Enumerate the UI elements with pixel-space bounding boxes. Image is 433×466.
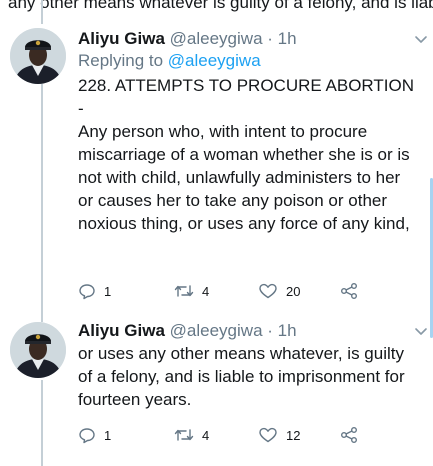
thread-connector-line xyxy=(41,0,43,24)
reply-count: 1 xyxy=(104,427,112,443)
retweet-count: 4 xyxy=(202,427,210,443)
chevron-down-icon[interactable] xyxy=(412,30,430,48)
like-icon xyxy=(259,427,277,443)
handle[interactable]: @aleeygiwa xyxy=(170,29,263,48)
like-count: 12 xyxy=(286,427,301,443)
like-icon xyxy=(259,283,277,299)
avatar[interactable] xyxy=(10,28,66,84)
share-icon xyxy=(341,427,357,443)
tweet-text: or uses any other means whatever, is gui… xyxy=(78,344,410,409)
handle[interactable]: @aleeygiwa xyxy=(170,321,263,340)
separator-dot: · xyxy=(262,321,278,340)
thread-connector-line xyxy=(41,380,43,466)
share-icon xyxy=(341,283,357,299)
separator-dot: · xyxy=(262,29,278,48)
tweet[interactable]: Aliyu Giwa @aleeygiwa · 1h Replying to @… xyxy=(78,28,427,235)
reply-icon xyxy=(79,284,95,300)
tweet[interactable]: Aliyu Giwa @aleeygiwa · 1h or uses any o… xyxy=(78,320,427,411)
like-count: 20 xyxy=(286,283,301,299)
replying-to-prefix: Replying to xyxy=(78,51,168,70)
tweet-header: Aliyu Giwa @aleeygiwa · 1h xyxy=(78,320,418,342)
replying-to: Replying to @aleeygiwa xyxy=(78,50,418,72)
like-button[interactable]: 20 xyxy=(258,281,300,301)
display-name[interactable]: Aliyu Giwa xyxy=(78,321,165,340)
chevron-down-icon[interactable] xyxy=(412,322,430,340)
tweet-header: Aliyu Giwa @aleeygiwa · 1h xyxy=(78,28,418,50)
reply-count: 1 xyxy=(104,283,112,299)
reply-button[interactable]: 1 xyxy=(78,281,111,301)
display-name[interactable]: Aliyu Giwa xyxy=(78,29,165,48)
retweet-icon xyxy=(174,429,194,441)
timestamp[interactable]: 1h xyxy=(278,29,297,48)
thread-connector-line xyxy=(41,84,43,322)
retweet-button[interactable]: 4 xyxy=(174,425,209,445)
tweet-actions: 1 4 20 xyxy=(78,281,378,301)
share-button[interactable] xyxy=(340,281,358,301)
avatar[interactable] xyxy=(10,322,66,378)
reply-icon xyxy=(79,428,95,444)
timestamp[interactable]: 1h xyxy=(278,321,297,340)
share-button[interactable] xyxy=(340,425,358,445)
cut-off-previous-text: any other means whatever is guilty of a … xyxy=(8,0,433,12)
like-button[interactable]: 12 xyxy=(258,425,300,445)
tweet-actions: 1 4 12 xyxy=(78,425,378,445)
retweet-icon xyxy=(174,285,194,297)
retweet-count: 4 xyxy=(202,283,210,299)
reply-button[interactable]: 1 xyxy=(78,425,111,445)
replying-to-handle[interactable]: @aleeygiwa xyxy=(168,51,261,70)
tweet-text: 228. ATTEMPTS TO PROCURE ABORTION - Any … xyxy=(78,76,414,233)
retweet-button[interactable]: 4 xyxy=(174,281,209,301)
